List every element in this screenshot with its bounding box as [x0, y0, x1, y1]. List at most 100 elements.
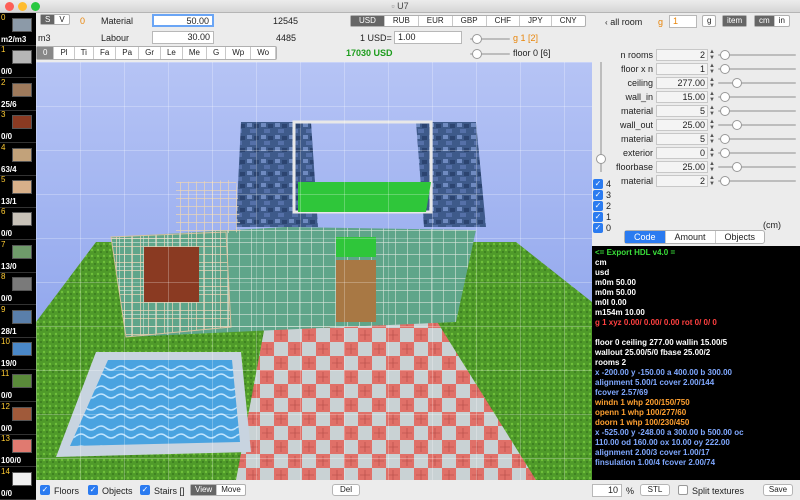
currency-gbp[interactable]: GBP	[453, 16, 487, 26]
category-tab-gr[interactable]: Gr	[139, 47, 161, 59]
prop-slider[interactable]	[718, 50, 796, 60]
v-button[interactable]: V	[55, 15, 68, 24]
prop-value-input[interactable]: 2	[656, 175, 708, 187]
floor-checkbox-2[interactable]: ✓	[593, 201, 603, 211]
category-tab-pa[interactable]: Pa	[116, 47, 140, 59]
prop-value-input[interactable]: 277.00	[656, 77, 708, 89]
material-rate-input[interactable]: 50.00	[152, 14, 214, 27]
prop-slider[interactable]	[718, 92, 796, 102]
view-button[interactable]: View	[191, 485, 218, 495]
move-button[interactable]: Move	[217, 485, 245, 495]
s-button[interactable]: S	[41, 15, 56, 24]
stepper-icon[interactable]: ▲ ▼	[709, 49, 715, 61]
g-button[interactable]: g	[703, 16, 715, 26]
palette-item-13[interactable]: 13 100/0	[0, 434, 36, 468]
currency-usd[interactable]: USD	[351, 16, 385, 26]
currency-rub[interactable]: RUB	[385, 16, 419, 26]
palette-item-4[interactable]: 4 63/4	[0, 143, 36, 176]
currency-chf[interactable]: CHF	[487, 16, 521, 26]
prop-slider[interactable]	[718, 176, 796, 186]
prop-value-input[interactable]: 2	[656, 49, 708, 61]
palette-item-3[interactable]: 3 0/0	[0, 110, 36, 144]
currency-cny[interactable]: CNY	[552, 16, 585, 26]
item-button-wrap[interactable]: item	[722, 15, 748, 27]
g-item-toggle[interactable]: g	[702, 15, 717, 27]
floor-checkbox-4[interactable]: ✓	[593, 179, 603, 189]
palette-item-6[interactable]: 6 0/0	[0, 207, 36, 241]
palette-item-10[interactable]: 10 19/0	[0, 337, 36, 370]
rate-input[interactable]: 1.00	[394, 31, 462, 44]
category-tab-wp[interactable]: Wp	[226, 47, 252, 59]
stepper-icon[interactable]: ▲ ▼	[709, 77, 715, 89]
category-tab-wo[interactable]: Wo	[251, 47, 277, 59]
category-tabs[interactable]: 0 Pl Ti Fa Pa Gr Le Me G Wp Wo	[36, 46, 278, 60]
unit-toggle[interactable]: cm in	[754, 15, 790, 27]
prop-slider[interactable]	[718, 106, 796, 116]
all-room-checkbox[interactable]: ‹ all room	[605, 17, 642, 28]
view-move-toggle[interactable]: View Move	[190, 484, 246, 496]
palette-item-5[interactable]: 5 13/1	[0, 175, 36, 208]
g-input[interactable]: 1	[669, 15, 697, 28]
category-tab-pl[interactable]: Pl	[54, 47, 75, 59]
prop-value-input[interactable]: 25.00	[656, 161, 708, 173]
category-tab-me[interactable]: Me	[183, 47, 208, 59]
floor-checkbox-1[interactable]: ✓	[593, 212, 603, 222]
currency-eur[interactable]: EUR	[419, 16, 453, 26]
stairs-checkbox[interactable]: ✓	[140, 485, 150, 495]
delete-button[interactable]: Del	[332, 484, 360, 496]
palette-item-14[interactable]: 14 0/0	[0, 467, 36, 500]
prop-value-input[interactable]: 0	[656, 147, 708, 159]
floor-vertical-knob[interactable]	[596, 154, 606, 164]
floor-checkbox-0[interactable]: ✓	[593, 223, 603, 233]
objects-checkbox[interactable]: ✓	[88, 485, 98, 495]
item-button[interactable]: item	[723, 16, 747, 26]
stepper-icon[interactable]: ▲ ▼	[709, 105, 715, 117]
prop-value-input[interactable]: 15.00	[656, 91, 708, 103]
palette-item-1[interactable]: 1 0/0	[0, 45, 36, 79]
sv-toggle[interactable]: S V	[40, 14, 70, 25]
currency-selector[interactable]: USD RUB EUR GBP CHF JPY CNY	[350, 15, 586, 27]
prop-slider[interactable]	[718, 134, 796, 144]
stepper-icon[interactable]: ▲ ▼	[709, 161, 715, 173]
save-button[interactable]: Save	[763, 484, 793, 496]
group-slider[interactable]	[470, 34, 510, 44]
category-tab-le[interactable]: Le	[161, 47, 183, 59]
stepper-icon[interactable]: ▲ ▼	[709, 119, 715, 131]
material-palette[interactable]: 0 m2/m3 1 0/0 2 25/6 3 0/0 4 63/4 5 13/1 6 0/0 7 13/0 8 0…	[0, 13, 36, 500]
palette-item-8[interactable]: 8 0/0	[0, 272, 36, 306]
code-tab-amount[interactable]: Amount	[666, 231, 716, 243]
zoom-input[interactable]: 10	[592, 484, 622, 497]
palette-item-7[interactable]: 7 13/0	[0, 240, 36, 273]
palette-item-9[interactable]: 9 28/1	[0, 305, 36, 338]
split-textures-checkbox[interactable]	[678, 485, 688, 495]
stepper-icon[interactable]: ▲ ▼	[709, 133, 715, 145]
3d-viewport[interactable]	[36, 62, 592, 480]
category-tab-0[interactable]: 0	[37, 47, 55, 59]
prop-value-input[interactable]: 25.00	[656, 119, 708, 131]
prop-slider[interactable]	[718, 162, 796, 172]
currency-jpy[interactable]: JPY	[520, 16, 552, 26]
palette-item-12[interactable]: 12 0/0	[0, 402, 36, 435]
palette-item-11[interactable]: 11 0/0	[0, 369, 36, 403]
category-tab-fa[interactable]: Fa	[94, 47, 117, 59]
prop-value-input[interactable]: 5	[656, 105, 708, 117]
stepper-icon[interactable]: ▲ ▼	[709, 91, 715, 103]
cm-button[interactable]: cm	[755, 16, 775, 26]
stepper-icon[interactable]: ▲ ▼	[709, 175, 715, 187]
code-tabs[interactable]: Code Amount Objects	[624, 230, 766, 244]
stl-button[interactable]: STL	[640, 484, 670, 496]
stepper-icon[interactable]: ▲ ▼	[709, 147, 715, 159]
code-tab-objects[interactable]: Objects	[716, 231, 765, 243]
palette-item-2[interactable]: 2 25/6	[0, 78, 36, 111]
prop-slider[interactable]	[718, 120, 796, 130]
floor-checkbox-3[interactable]: ✓	[593, 190, 603, 200]
palette-item-0[interactable]: 0 m2/m3	[0, 13, 36, 46]
floor-slider[interactable]	[470, 49, 510, 59]
category-tab-g[interactable]: G	[207, 47, 227, 59]
prop-value-input[interactable]: 5	[656, 133, 708, 145]
labour-rate-input[interactable]: 30.00	[152, 31, 214, 44]
code-tab-code[interactable]: Code	[625, 231, 666, 243]
prop-slider[interactable]	[718, 78, 796, 88]
category-tab-ti[interactable]: Ti	[75, 47, 94, 59]
prop-slider[interactable]	[718, 148, 796, 158]
